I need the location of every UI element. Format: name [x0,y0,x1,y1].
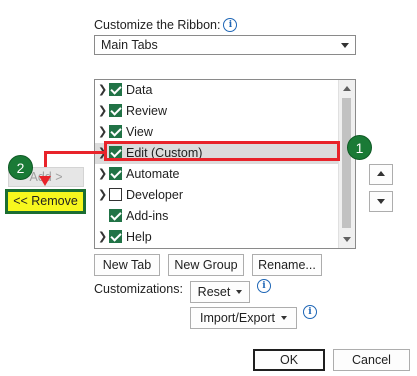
new-group-button[interactable]: New Group [168,254,244,276]
chevron-right-icon[interactable]: ❯ [98,232,109,243]
reset-button-label: Reset [197,285,231,299]
chevron-right-icon[interactable]: ❯ [98,127,109,138]
cancel-button[interactable]: Cancel [333,349,410,371]
chevron-right-icon[interactable]: ❯ [98,190,109,201]
tree-item-data[interactable]: ❯ Data [95,80,338,101]
tree-item-label: Add-ins [126,209,169,223]
step-1-badge: 1 [347,135,372,160]
new-tab-button[interactable]: New Tab [94,254,160,276]
tree-item-label: Review [126,104,167,118]
remove-button-label: << Remove [13,194,78,208]
tree-item-review[interactable]: ❯ Review [95,101,338,122]
dropdown-arrow-icon [236,290,243,294]
tree-scrollbar[interactable] [338,80,355,248]
checkbox-help[interactable] [109,230,122,243]
scroll-up-icon[interactable] [339,80,355,96]
move-up-icon[interactable] [369,164,393,185]
tree-item-label: Developer [126,188,183,202]
checkbox-add-ins[interactable] [109,209,122,222]
rename-button[interactable]: Rename... [252,254,322,276]
checkbox-automate[interactable] [109,167,122,180]
annotation-arrow-head-icon [39,176,51,186]
tree-item-label: Data [126,83,153,97]
ok-button[interactable]: OK [253,349,325,371]
scroll-down-icon[interactable] [339,232,355,248]
ribbon-tabs-tree[interactable]: ❯ Data ❯ Review ❯ View ❯ Edit (Custom) ❯… [94,79,356,249]
info-icon[interactable]: i [223,18,238,32]
dropdown-arrow-icon [341,43,349,48]
scrollbar-thumb[interactable] [342,98,351,228]
tree-item-add-ins[interactable]: Add-ins [95,206,338,227]
tree-item-help[interactable]: ❯ Help [95,227,338,248]
tree-item-label: Automate [126,167,180,181]
import-export-button-label: Import/Export [199,311,276,325]
step-2-badge: 2 [8,155,33,180]
tree-item-view[interactable]: ❯ View [95,122,338,143]
info-icon[interactable]: i [257,279,271,293]
checkbox-view[interactable] [109,125,122,138]
import-export-button[interactable]: Import/Export [190,307,297,329]
chevron-right-icon[interactable]: ❯ [98,106,109,117]
checkbox-review[interactable] [109,104,122,117]
info-icon[interactable]: i [303,305,317,319]
main-tabs-dropdown-value: Main Tabs [101,38,158,52]
reset-button[interactable]: Reset [190,281,250,303]
customizations-label: Customizations: [94,282,183,296]
customize-ribbon-header: Customize the Ribbon: i [94,16,238,34]
customize-ribbon-title: Customize the Ribbon: [94,18,221,32]
chevron-right-icon[interactable]: ❯ [98,169,109,180]
remove-button[interactable]: << Remove [5,189,86,214]
checkbox-data[interactable] [109,83,122,96]
move-down-icon[interactable] [369,191,393,212]
tree-item-label: View [126,125,153,139]
chevron-right-icon[interactable]: ❯ [98,85,109,96]
checkbox-developer[interactable] [109,188,122,201]
tree-item-label: Help [126,230,152,244]
annotation-arrow-line [45,151,106,154]
main-tabs-dropdown[interactable]: Main Tabs [94,35,356,55]
edit-custom-highlight [104,141,340,161]
tree-item-developer[interactable]: ❯ Developer [95,185,338,206]
dropdown-arrow-icon [281,316,288,320]
tree-item-automate[interactable]: ❯ Automate [95,164,338,185]
